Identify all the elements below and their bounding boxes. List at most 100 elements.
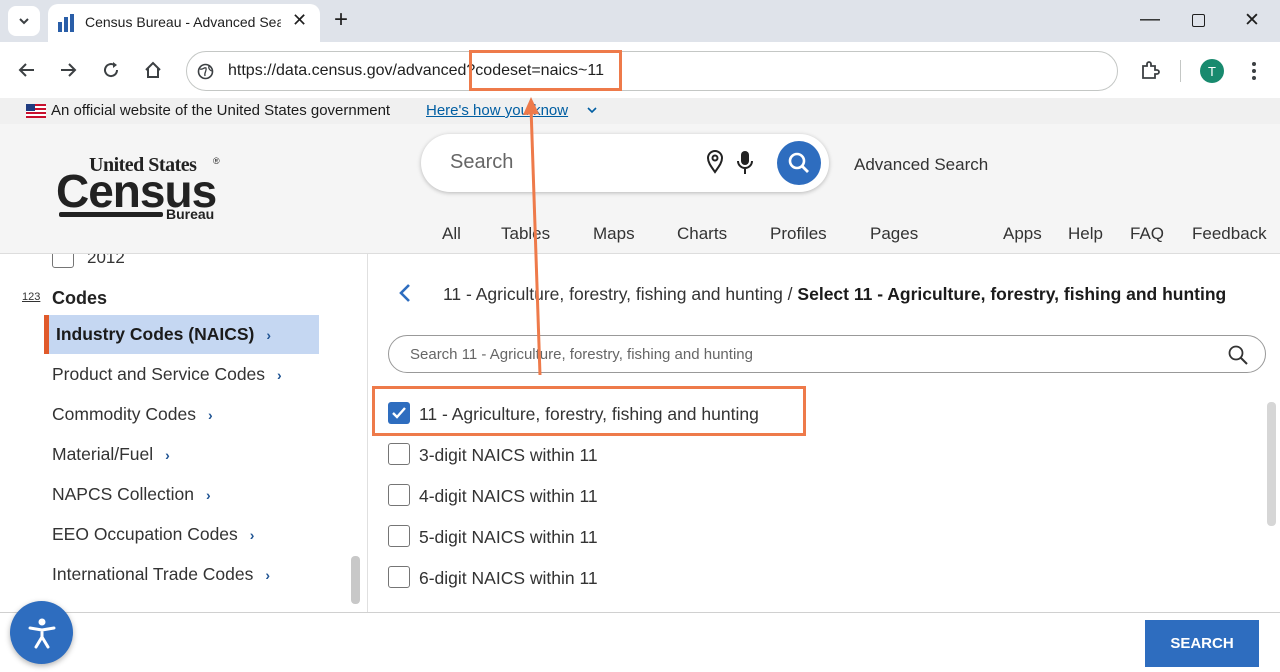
sidebar-item-label: Commodity Codes (52, 404, 196, 424)
year-checkbox[interactable] (52, 254, 74, 268)
home-button[interactable] (139, 56, 167, 84)
browser-menu-button[interactable] (1250, 56, 1258, 84)
site-header: United States ® Census Bureau Search Adv… (0, 124, 1280, 254)
breadcrumb-parent[interactable]: 11 - Agriculture, forestry, fishing and … (443, 284, 793, 304)
chevron-right-icon: › (266, 326, 272, 343)
location-pin-icon[interactable] (706, 150, 724, 174)
site-search-button[interactable] (777, 141, 821, 185)
chevron-right-icon: › (206, 486, 211, 503)
sidebar-item-label: EEO Occupation Codes (52, 524, 238, 544)
option-checkbox[interactable] (388, 566, 410, 588)
tab-title: Census Bureau - Advanced Sear (85, 14, 281, 30)
close-window-button[interactable]: ✕ (1244, 9, 1260, 32)
new-tab-button[interactable]: + (334, 6, 348, 34)
option-label[interactable]: 4-digit NAICS within 11 (419, 486, 598, 507)
forward-button[interactable] (54, 56, 82, 84)
site-search-input[interactable]: Search (450, 151, 513, 174)
census-favicon (58, 14, 74, 32)
option-checkbox[interactable] (388, 484, 410, 506)
nav-tab-maps[interactable]: Maps (593, 224, 635, 244)
breadcrumb-current: Select 11 - Agriculture, forestry, fishi… (797, 284, 1227, 304)
accessibility-icon (28, 618, 55, 648)
nav-tab-profiles[interactable]: Profiles (770, 224, 827, 244)
arrow-left-icon (18, 63, 34, 77)
profile-initial: T (1208, 63, 1216, 79)
sidebar-item-label: Industry Codes (NAICS) (56, 324, 255, 344)
chevron-down-icon (19, 18, 29, 25)
action-footer: SEARCH (0, 612, 1280, 672)
sidebar-item-commodity-codes[interactable]: Commodity Codes › (52, 404, 213, 425)
nav-link-help[interactable]: Help (1068, 224, 1103, 244)
sidebar-scrollbar[interactable] (351, 556, 360, 604)
chevron-right-icon: › (165, 446, 170, 463)
logo-underline (59, 212, 163, 217)
minimize-button[interactable]: — (1140, 8, 1160, 31)
code-filter-input[interactable]: Search 11 - Agriculture, forestry, fishi… (410, 346, 753, 363)
codes-heading: Codes (52, 288, 108, 308)
chevron-right-icon: › (249, 526, 255, 543)
url-prefix: https://data.census.gov/advanced (228, 62, 467, 79)
option-checkbox[interactable] (388, 525, 410, 547)
search-icon (788, 152, 809, 173)
nav-link-apps[interactable]: Apps (1003, 224, 1042, 244)
toolbar-divider (1180, 60, 1181, 82)
chevron-right-icon: › (277, 366, 282, 383)
sidebar-item-industry-codes[interactable]: Industry Codes (NAICS) › (56, 324, 271, 345)
extensions-button[interactable] (1136, 56, 1164, 84)
gov-banner-text: An official website of the United States… (51, 102, 391, 119)
maximize-button[interactable] (1192, 14, 1205, 27)
profile-avatar[interactable]: T (1200, 59, 1224, 83)
tab-search-button[interactable] (8, 6, 40, 36)
option-label[interactable]: 5-digit NAICS within 11 (419, 527, 598, 548)
us-flag-icon (26, 104, 46, 118)
address-bar[interactable]: https://data.census.gov/advanced?codeset… (186, 51, 1118, 91)
home-icon (145, 61, 161, 78)
close-tab-icon[interactable]: ✕ (292, 10, 307, 31)
breadcrumb: 11 - Agriculture, forestry, fishing and … (443, 284, 1226, 305)
url-query-highlight (469, 50, 622, 91)
chevron-right-icon: › (207, 406, 213, 423)
option-label[interactable]: 3-digit NAICS within 11 (419, 445, 598, 466)
sidebar-item-material-fuel[interactable]: Material/Fuel › (52, 444, 170, 465)
gov-banner: An official website of the United States… (0, 98, 1280, 124)
sidebar-item-label: Product and Service Codes (52, 364, 266, 384)
more-vert-icon (1252, 62, 1256, 80)
nav-tab-all[interactable]: All (442, 224, 461, 244)
option-label[interactable]: 6-digit NAICS within 11 (419, 568, 598, 589)
year-label: 2012 (87, 254, 125, 267)
sidebar-item-product-service-codes[interactable]: Product and Service Codes › (52, 364, 282, 385)
nav-tab-charts[interactable]: Charts (677, 224, 727, 244)
browser-tab-bar: Census Bureau - Advanced Sear ✕ + — ✕ (0, 0, 1280, 42)
sidebar-item-international-trade-codes[interactable]: International Trade Codes › (52, 564, 270, 585)
reload-icon (104, 62, 119, 78)
nav-link-faq[interactable]: FAQ (1130, 224, 1164, 244)
nav-tab-pages[interactable]: Pages (870, 224, 918, 244)
puzzle-icon (1142, 61, 1160, 79)
back-chevron-icon[interactable] (398, 283, 412, 303)
search-icon[interactable] (1227, 344, 1249, 366)
advanced-search-link[interactable]: Advanced Search (854, 155, 988, 175)
nav-link-feedback[interactable]: Feedback (1192, 224, 1267, 244)
sidebar-item-label: Material/Fuel (52, 444, 154, 464)
microphone-icon[interactable] (736, 150, 754, 176)
logo-line3: Bureau (166, 206, 215, 222)
arrow-right-icon (61, 63, 77, 77)
back-button[interactable] (13, 56, 41, 84)
chevron-right-icon: › (265, 566, 271, 583)
sidebar-item-napcs-collection[interactable]: NAPCS Collection › (52, 484, 211, 505)
sidebar-item-eeo-occupation-codes[interactable]: EEO Occupation Codes › (52, 524, 254, 545)
filter-sidebar: 2012 123 Codes Industry Codes (NAICS) › P… (0, 254, 368, 612)
chevron-down-icon[interactable] (587, 106, 597, 114)
search-submit-button[interactable]: SEARCH (1145, 620, 1259, 667)
site-info-icon[interactable] (197, 63, 214, 80)
reload-button[interactable] (97, 56, 125, 84)
accessibility-button[interactable] (10, 601, 73, 664)
browser-tab[interactable]: Census Bureau - Advanced Sear ✕ (48, 4, 320, 42)
option-list-scrollbar[interactable] (1267, 402, 1276, 526)
option-checkbox[interactable] (388, 443, 410, 465)
selected-option-highlight (372, 386, 806, 436)
browser-toolbar: https://data.census.gov/advanced?codeset… (0, 42, 1280, 98)
annotation-arrow (523, 97, 542, 376)
sidebar-item-label: International Trade Codes (52, 564, 254, 584)
census-logo[interactable]: United States ® Census Bureau (56, 154, 226, 224)
